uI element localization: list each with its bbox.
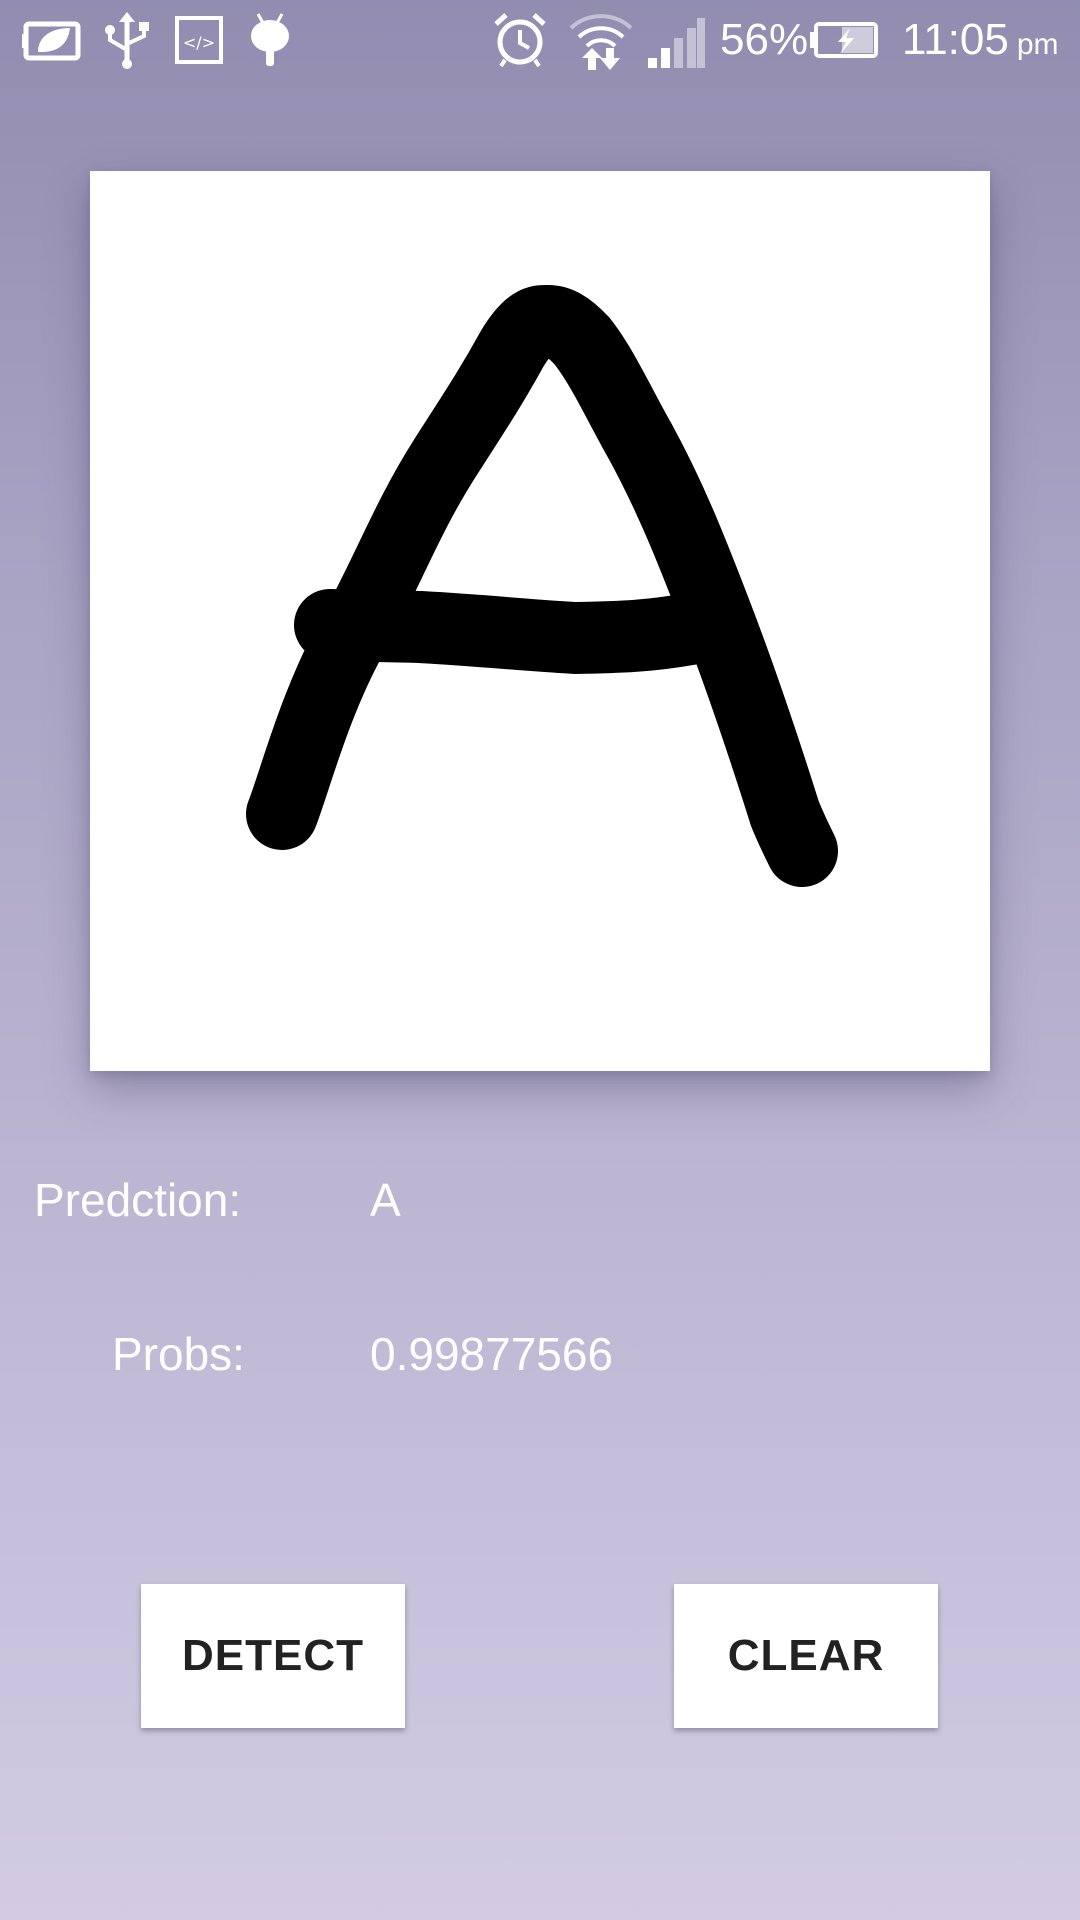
clock: 11:05 pm [902, 12, 1059, 73]
battery-saver-icon [22, 21, 81, 61]
prediction-value: A [370, 1174, 401, 1226]
usb-icon [105, 12, 149, 69]
wifi-icon [569, 14, 633, 70]
letter-crossbar-stroke [294, 589, 726, 674]
probs-label: Probs: [112, 1328, 245, 1380]
letter-a-strokes [246, 284, 838, 887]
alarm-icon [494, 13, 546, 68]
android-debug-icon [251, 13, 289, 66]
svg-text:</>: </> [183, 33, 215, 52]
prediction-label: Predction: [34, 1174, 242, 1226]
drawing-canvas[interactable] [90, 171, 990, 1071]
battery-percent: 56% [720, 15, 809, 64]
clear-button[interactable]: CLEAR [674, 1584, 938, 1728]
probs-value: 0.99877566 [370, 1328, 614, 1380]
battery-charging-icon [810, 22, 878, 58]
handwritten-letter-drawing [246, 284, 838, 887]
clock-time: 11:05 [902, 15, 1009, 64]
detect-button[interactable]: DETECT [141, 1584, 405, 1728]
signal-icon [648, 18, 705, 68]
developer-mode-icon: </> [175, 16, 223, 64]
status-bar: </> 56% 11:05 pm [0, 0, 1080, 80]
clock-ampm: pm [1016, 28, 1059, 61]
letter-outer-stroke [246, 284, 838, 887]
